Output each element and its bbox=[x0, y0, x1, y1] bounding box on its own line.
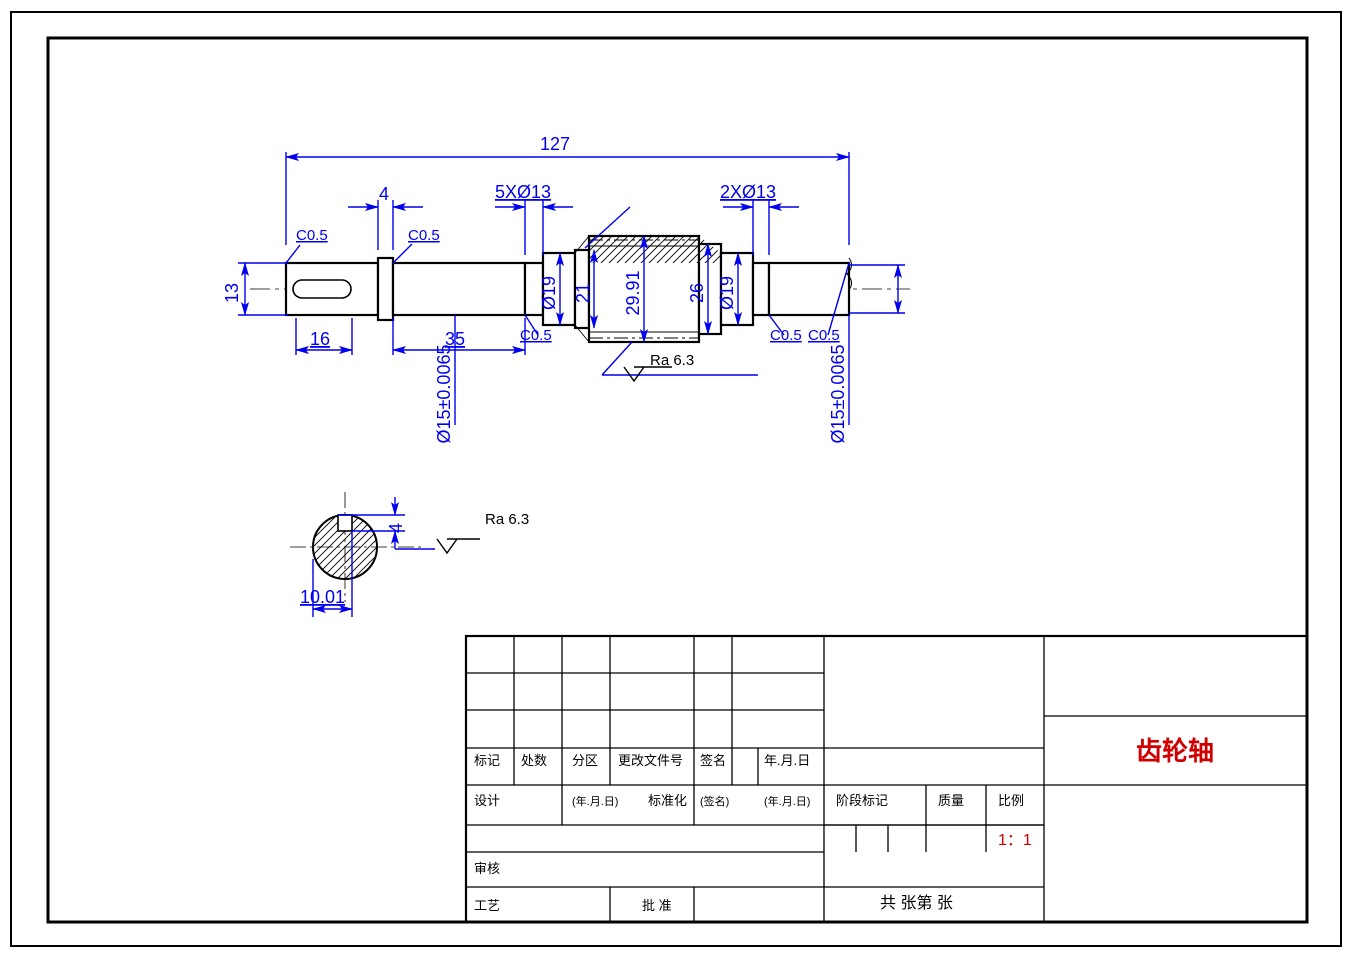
tb-mark: 标记 bbox=[474, 753, 500, 768]
ra-a: Ra 6.3 bbox=[650, 352, 694, 369]
tb-std: 标准化 bbox=[648, 793, 687, 808]
section-4: 4 bbox=[386, 523, 406, 533]
dim-d15a: Ø15±0.0065 bbox=[434, 345, 454, 444]
tb-dsm2: (年.月.日) bbox=[764, 794, 810, 808]
drawing-title: 齿轮轴 bbox=[1136, 736, 1214, 766]
dim-4: 4 bbox=[379, 184, 389, 204]
tb-stage: 阶段标记 bbox=[836, 793, 888, 808]
dim-16: 16 bbox=[310, 329, 330, 349]
dim-d19a: Ø19 bbox=[539, 276, 559, 310]
tb-qty: 处数 bbox=[521, 753, 547, 768]
tb-zone: 分区 bbox=[572, 753, 598, 768]
c05-d: C0.5 bbox=[770, 327, 802, 344]
dim-d19b: Ø19 bbox=[717, 276, 737, 310]
engineering-drawing: 127 4 5XØ13 2XØ13 13 16 35 Ø19 21 29.91 … bbox=[0, 0, 1354, 957]
dim-2x13: 2XØ13 bbox=[720, 182, 776, 202]
dim-overall: 127 bbox=[540, 134, 570, 154]
tb-scale: 1：1 bbox=[998, 832, 1032, 849]
tb-date: 年.月.日 bbox=[764, 753, 810, 768]
c05-c: C0.5 bbox=[520, 327, 552, 344]
dim-2991: 29.91 bbox=[623, 270, 643, 315]
tb-sheet: 共 张第 张 bbox=[880, 894, 953, 912]
tb-appr: 批 准 bbox=[642, 898, 672, 913]
tb-check: 审核 bbox=[474, 861, 500, 876]
dim-d26: 26 bbox=[687, 283, 707, 303]
ra-b: Ra 6.3 bbox=[485, 511, 529, 528]
tb-design: 设计 bbox=[474, 793, 500, 808]
tb-proc: 工艺 bbox=[474, 898, 500, 913]
tb-scalelbl: 比例 bbox=[998, 793, 1024, 808]
c05-b: C0.5 bbox=[408, 227, 440, 244]
tb-signsm: (签名) bbox=[700, 794, 729, 808]
c05-e: C0.5 bbox=[808, 327, 840, 344]
tb-dsm: (年.月.日) bbox=[572, 794, 618, 808]
tb-mass: 质量 bbox=[938, 793, 964, 808]
dim-13: 13 bbox=[222, 283, 242, 303]
dim-d15b: Ø15±0.0065 bbox=[828, 345, 848, 444]
tb-sign: 签名 bbox=[700, 753, 726, 768]
tb-chg: 更改文件号 bbox=[618, 753, 683, 768]
shaft-outline bbox=[286, 236, 849, 342]
dim-5x13: 5XØ13 bbox=[495, 182, 551, 202]
title-block: 标记 处数 分区 更改文件号 签名 年.月.日 设计 (年.月.日) 标准化 (… bbox=[466, 636, 1307, 922]
c05-a: C0.5 bbox=[296, 227, 328, 244]
section-1001: 10.01 bbox=[300, 587, 345, 607]
dim-d21: 21 bbox=[573, 283, 593, 303]
